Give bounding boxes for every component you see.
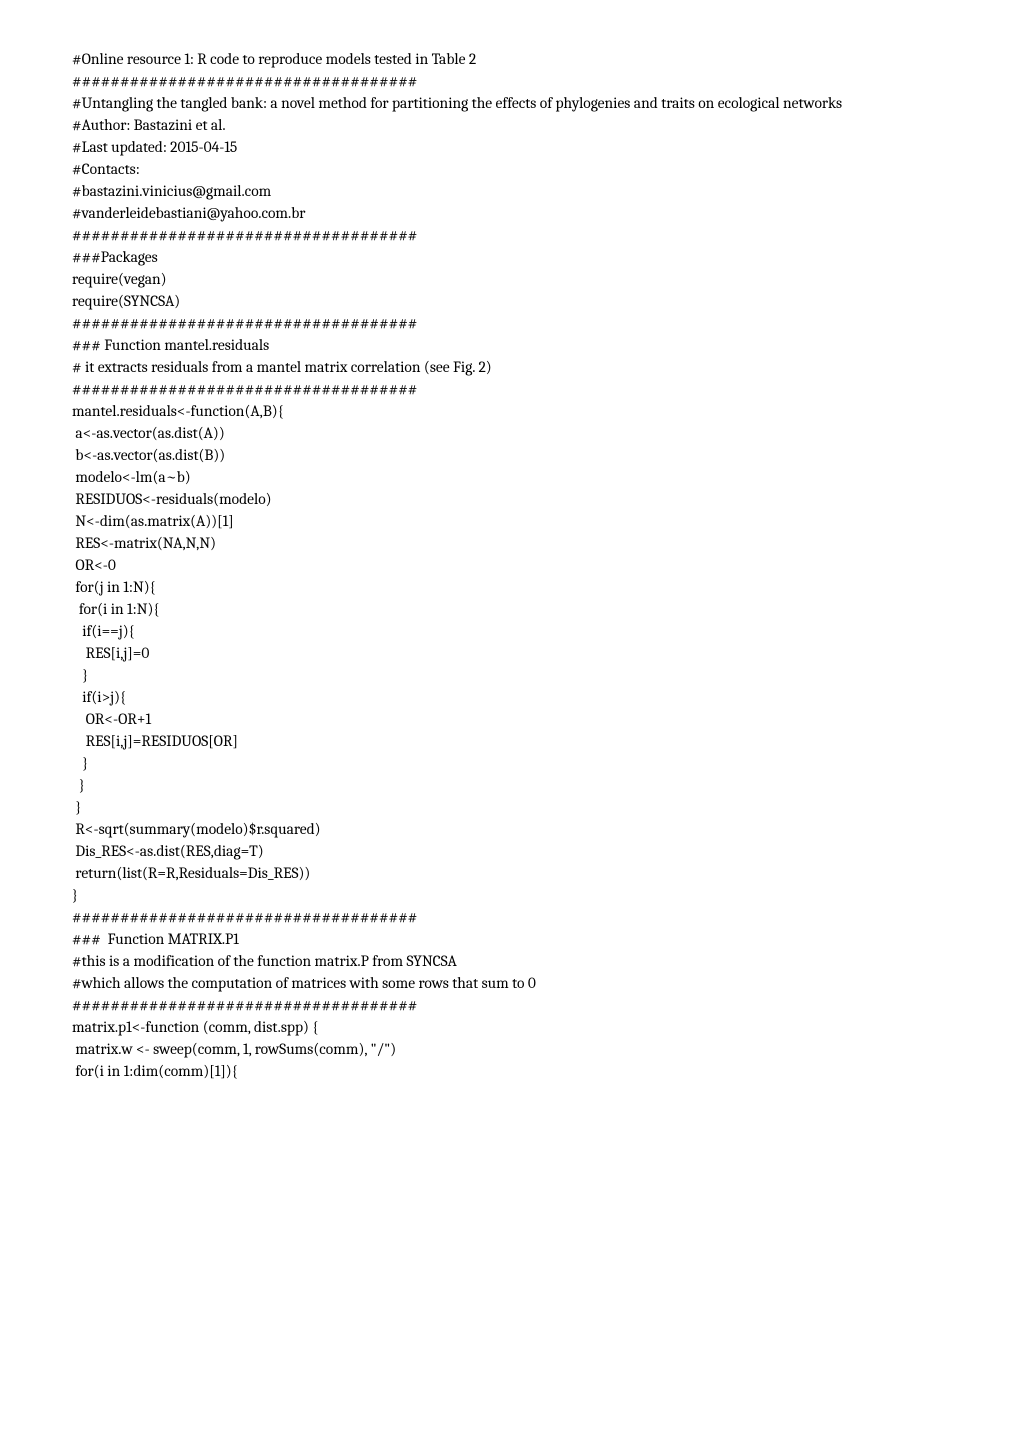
code-line: # it extracts residuals from a mantel ma… — [72, 356, 948, 378]
code-line: N<-dim(as.matrix(A))[1] — [72, 510, 948, 532]
code-line: ###Packages — [72, 246, 948, 268]
code-line: RESIDUOS<-residuals(modelo) — [72, 488, 948, 510]
code-line: a<-as.vector(as.dist(A)) — [72, 422, 948, 444]
code-line: OR<-OR+1 — [72, 708, 948, 730]
code-line: #bastazini.vinicius@gmail.com — [72, 180, 948, 202]
code-line: #Contacts: — [72, 158, 948, 180]
code-line: } — [72, 752, 948, 774]
code-line: #Untangling the tangled bank: a novel me… — [72, 92, 948, 114]
code-line: if(i==j){ — [72, 620, 948, 642]
code-line: #vanderleidebastiani@yahoo.com.br — [72, 202, 948, 224]
code-line: #################################### — [72, 906, 948, 928]
code-line: return(list(R=R,Residuals=Dis_RES)) — [72, 862, 948, 884]
code-document: #Online resource 1: R code to reproduce … — [72, 48, 948, 1082]
code-line: for(j in 1:N){ — [72, 576, 948, 598]
code-line: #Last updated: 2015-04-15 — [72, 136, 948, 158]
code-line: #################################### — [72, 994, 948, 1016]
code-line: } — [72, 884, 948, 906]
code-line: matrix.p1<-function (comm, dist.spp) { — [72, 1016, 948, 1038]
code-line: mantel.residuals<-function(A,B){ — [72, 400, 948, 422]
code-line: ### Function mantel.residuals — [72, 334, 948, 356]
code-line: #which allows the computation of matrice… — [72, 972, 948, 994]
code-line: } — [72, 796, 948, 818]
code-line: OR<-0 — [72, 554, 948, 576]
code-line: } — [72, 664, 948, 686]
code-line: if(i>j){ — [72, 686, 948, 708]
code-line: #this is a modification of the function … — [72, 950, 948, 972]
code-line: R<-sqrt(summary(modelo)$r.squared) — [72, 818, 948, 840]
code-line: #################################### — [72, 378, 948, 400]
code-line: RES<-matrix(NA,N,N) — [72, 532, 948, 554]
code-line: require(SYNCSA) — [72, 290, 948, 312]
code-line: #################################### — [72, 224, 948, 246]
code-line: modelo<-lm(a~b) — [72, 466, 948, 488]
code-line: b<-as.vector(as.dist(B)) — [72, 444, 948, 466]
code-line: RES[i,j]=RESIDUOS[OR] — [72, 730, 948, 752]
code-line: #Online resource 1: R code to reproduce … — [72, 48, 948, 70]
code-line: } — [72, 774, 948, 796]
code-line: for(i in 1:N){ — [72, 598, 948, 620]
code-line: require(vegan) — [72, 268, 948, 290]
code-line: RES[i,j]=0 — [72, 642, 948, 664]
code-line: for(i in 1:dim(comm)[1]){ — [72, 1060, 948, 1082]
code-line: #################################### — [72, 312, 948, 334]
code-line: #Author: Bastazini et al. — [72, 114, 948, 136]
code-line: Dis_RES<-as.dist(RES,diag=T) — [72, 840, 948, 862]
code-line: #################################### — [72, 70, 948, 92]
code-line: ### Function MATRIX.P1 — [72, 928, 948, 950]
code-line: matrix.w <- sweep(comm, 1, rowSums(comm)… — [72, 1038, 948, 1060]
